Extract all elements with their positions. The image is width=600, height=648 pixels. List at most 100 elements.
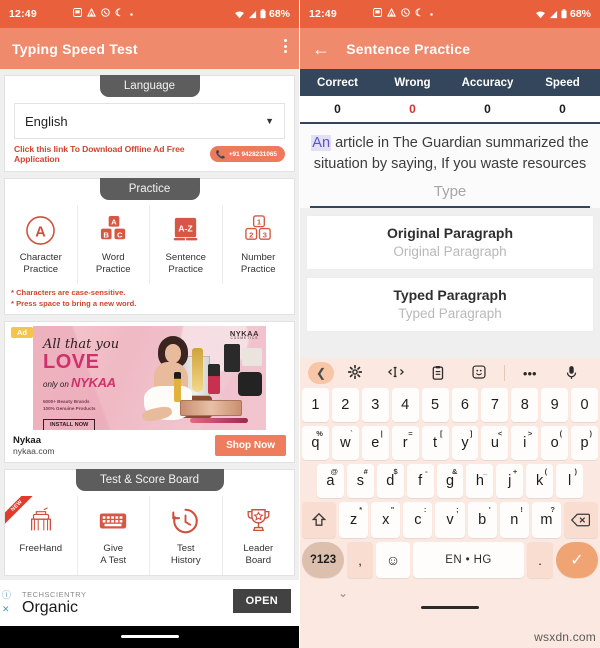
- key-d[interactable]: $ d: [376, 464, 404, 498]
- close-icon[interactable]: ✕: [2, 602, 11, 616]
- key-x[interactable]: " x: [371, 502, 401, 538]
- key-v[interactable]: ; v: [435, 502, 465, 538]
- bottom-house-ad[interactable]: ⓘ ✕ TECHSCIENTRY Organic OPEN: [0, 580, 299, 626]
- score-item-give-a-test[interactable]: Give A Test: [78, 495, 150, 575]
- key-y[interactable]: ] y: [451, 426, 479, 460]
- on-screen-keyboard[interactable]: ❮ ••• 1 2 3 4 5 6 7 8 9 0 % q ` w | e = …: [300, 358, 600, 648]
- key-r[interactable]: = r: [391, 426, 419, 460]
- practice-item-word[interactable]: A B C Word Practice: [78, 205, 150, 284]
- right-phone-screen: 12:49 ☾ 68% ← Sentence Practice Correct …: [300, 0, 600, 648]
- key-f[interactable]: -f: [406, 464, 434, 498]
- bottom-ad-open-button[interactable]: OPEN: [232, 589, 291, 613]
- typed-paragraph-card[interactable]: Typed Paragraph Typed Paragraph: [306, 277, 594, 333]
- score-board-grid: NEW FreeHand Give A Test Test History Le…: [5, 495, 295, 575]
- practice-item-sentence[interactable]: A-Z Sentence Practice: [150, 205, 223, 284]
- arrow-left-icon[interactable]: ←: [312, 40, 330, 58]
- key-j[interactable]: + j: [496, 464, 524, 498]
- key-c[interactable]: :c: [403, 502, 433, 538]
- triangle-app-icon: [86, 7, 96, 20]
- key-b[interactable]: ' b: [467, 502, 497, 538]
- offline-app-link-text[interactable]: Click this link To Download Offline Ad F…: [14, 144, 204, 164]
- symbols-key[interactable]: ?123: [302, 542, 344, 578]
- gear-icon[interactable]: [334, 364, 376, 381]
- key-7[interactable]: 7: [481, 388, 509, 422]
- triangle-app-icon: [386, 7, 396, 20]
- check-icon[interactable]: ✓: [556, 542, 598, 578]
- key-z[interactable]: * z: [339, 502, 369, 538]
- key-a[interactable]: @ a: [317, 464, 344, 498]
- key-3[interactable]: 3: [361, 388, 389, 422]
- shop-now-button[interactable]: Shop Now: [215, 434, 286, 456]
- type-input[interactable]: Type: [310, 179, 590, 209]
- period-key[interactable]: .: [527, 542, 553, 578]
- key-l[interactable]: ) l: [556, 464, 584, 498]
- emoji-icon[interactable]: ☺: [376, 542, 410, 578]
- key-2[interactable]: 2: [331, 388, 359, 422]
- offline-app-link-row[interactable]: Click this link To Download Offline Ad F…: [5, 139, 294, 171]
- info-icon[interactable]: ⓘ: [2, 588, 11, 602]
- score-item-test-history-line2: History: [170, 554, 201, 566]
- key-6[interactable]: 6: [451, 388, 479, 422]
- key-q[interactable]: % q: [301, 426, 329, 460]
- backspace-icon[interactable]: [563, 502, 598, 538]
- space-key[interactable]: EN • HG: [413, 542, 524, 578]
- key-s[interactable]: # s: [346, 464, 374, 498]
- chevron-left-icon[interactable]: ❮: [308, 362, 334, 384]
- key-p[interactable]: ) p: [571, 426, 599, 460]
- sticker-icon[interactable]: [459, 365, 501, 381]
- battery-percent: 68%: [268, 8, 290, 20]
- more-horizontal-icon[interactable]: •••: [509, 367, 551, 380]
- battery-icon: [260, 9, 266, 19]
- status-bar-left: 12:49 ☾ 68%: [0, 0, 299, 28]
- home-pill-indicator-right[interactable]: [421, 606, 479, 609]
- practice-item-character[interactable]: A Character Practice: [5, 205, 78, 284]
- kebab-menu-icon[interactable]: [284, 39, 287, 53]
- key-h[interactable]: _ h: [466, 464, 494, 498]
- original-paragraph-card[interactable]: Original Paragraph Original Paragraph: [306, 215, 594, 271]
- key-g-symbol: &: [452, 467, 458, 476]
- practice-item-word-line2: Practice: [95, 263, 131, 275]
- home-pill-indicator[interactable]: [121, 635, 179, 638]
- microphone-icon[interactable]: [551, 365, 593, 382]
- ad-banner-image[interactable]: NYKAA COSMETICS All that you LOVE only o…: [33, 325, 266, 430]
- key-5[interactable]: 5: [421, 388, 449, 422]
- app-bar-left: Typing Speed Test: [0, 28, 299, 69]
- score-item-test-history[interactable]: Test History: [150, 495, 223, 575]
- key-4[interactable]: 4: [391, 388, 419, 422]
- ad-install-now-button[interactable]: INSTALL NOW: [43, 418, 96, 430]
- key-i[interactable]: > i: [511, 426, 539, 460]
- cursor-move-icon[interactable]: [376, 366, 418, 380]
- score-item-leader-board[interactable]: Leader Board: [223, 496, 295, 575]
- key-g[interactable]: & g: [436, 464, 464, 498]
- shift-icon[interactable]: [302, 502, 336, 538]
- row-home-right-pad: [586, 464, 598, 498]
- key-w[interactable]: ` w: [331, 426, 359, 460]
- practice-item-number[interactable]: 1 2 3 Number Practice: [223, 205, 295, 284]
- chevron-down-icon[interactable]: ⌄: [338, 586, 348, 600]
- key-u[interactable]: < u: [481, 426, 509, 460]
- call-phone-button[interactable]: 📞 +91 9428231065: [209, 146, 285, 162]
- key-1[interactable]: 1: [301, 388, 329, 422]
- key-o[interactable]: (o: [541, 426, 569, 460]
- comma-key[interactable]: ,: [347, 542, 373, 578]
- score-item-give-a-test-line2: A Test: [100, 554, 127, 566]
- left-scroll-content[interactable]: Language English ▼ Click this link To Do…: [0, 69, 299, 648]
- test-score-board-card: Test & Score Board NEW FreeHand Give A T…: [4, 468, 295, 576]
- key-t[interactable]: [t: [421, 426, 449, 460]
- key-0[interactable]: 0: [571, 388, 599, 422]
- status-bar-clock: 12:49: [9, 8, 37, 20]
- key-8[interactable]: 8: [511, 388, 539, 422]
- nykaa-ad-card[interactable]: Ad NYKAA COSMETICS All that you LOVE onl…: [4, 320, 295, 463]
- clipboard-icon[interactable]: [417, 365, 459, 382]
- bottom-ad-icons[interactable]: ⓘ ✕: [2, 588, 11, 616]
- key-e[interactable]: | e: [361, 426, 389, 460]
- language-select[interactable]: English ▼: [14, 103, 285, 139]
- score-item-freehand[interactable]: NEW FreeHand: [5, 495, 78, 575]
- key-n[interactable]: ! n: [499, 502, 529, 538]
- key-k[interactable]: (k: [526, 464, 554, 498]
- key-n-symbol: !: [520, 505, 523, 514]
- key-9[interactable]: 9: [541, 388, 569, 422]
- key-q-symbol: %: [316, 429, 323, 438]
- wifi-icon: [234, 10, 245, 19]
- key-m[interactable]: ? m: [531, 502, 561, 538]
